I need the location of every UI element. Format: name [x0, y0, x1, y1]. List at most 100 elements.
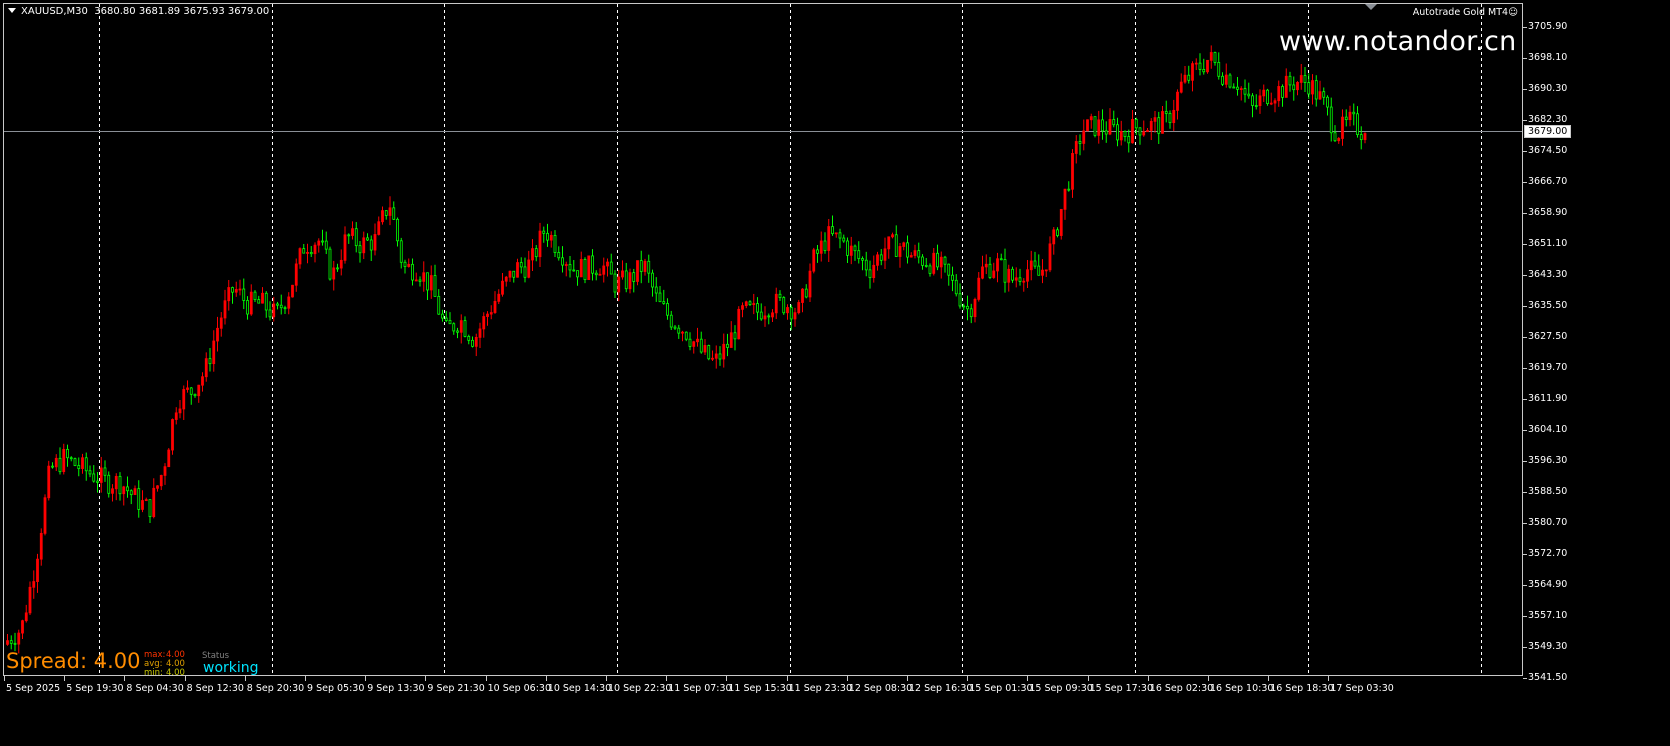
price-tick	[1523, 244, 1527, 245]
expert-advisor-label[interactable]: Autotrade Gold MT4☺	[1413, 7, 1518, 18]
time-tick	[846, 676, 848, 681]
price-tick-label: 3658.90	[1528, 207, 1568, 219]
watermark-text: www.notandor.cn	[1279, 26, 1517, 57]
chart-title: XAUUSD,M30 3680.80 3681.89 3675.93 3679.…	[8, 6, 269, 17]
time-tick-label: 11 Sep 07:30	[668, 683, 732, 694]
dropdown-triangle-icon[interactable]	[8, 8, 16, 13]
price-tick	[1523, 461, 1527, 463]
spread-stats: max:4.00 avg: 4.00 min: 4.00	[144, 651, 185, 678]
price-tick-label: 3635.50	[1528, 299, 1568, 311]
time-tick-label: 5 Sep 2025	[6, 683, 61, 694]
price-tick-label: 3666.70	[1528, 176, 1568, 188]
price-axis[interactable]: 3705.90 3698.10 3690.30 3682.30 3674.50 3666.…	[1523, 0, 1670, 746]
time-tick-label: 12 Sep 16:30	[909, 683, 973, 694]
price-tick	[1523, 337, 1527, 339]
time-tick	[1147, 676, 1149, 681]
price-tick-label: 3541.50	[1528, 672, 1568, 684]
time-tick-label: 15 Sep 01:30	[969, 683, 1033, 694]
time-tick-label: 8 Sep 20:30	[246, 683, 305, 694]
time-tick-label: 10 Sep 06:30	[487, 683, 552, 694]
time-tick-label: 16 Sep 10:30	[1210, 683, 1274, 694]
time-tick-label: 11 Sep 23:30	[788, 683, 853, 694]
smiley-icon: ☺	[1508, 7, 1518, 18]
price-tick-label: 3619.70	[1528, 362, 1568, 374]
price-tick	[1523, 678, 1527, 680]
time-tick	[305, 676, 306, 681]
price-tick	[1523, 213, 1527, 215]
time-tick-label: 12 Sep 08:30	[848, 683, 913, 694]
time-tick-label: 9 Sep 05:30	[307, 683, 365, 694]
time-tick-label: 16 Sep 02:30	[1149, 683, 1214, 694]
time-tick-label: 10 Sep 22:30	[608, 683, 672, 694]
time-tick	[726, 676, 728, 681]
price-tick	[1523, 120, 1527, 122]
time-tick	[606, 676, 607, 681]
price-tick	[1523, 151, 1527, 153]
time-tick-label: 10 Sep 14:30	[547, 683, 612, 694]
price-tick	[1523, 57, 1527, 59]
price-tick	[1523, 647, 1527, 649]
time-tick	[485, 676, 487, 681]
price-tick	[1523, 399, 1527, 401]
time-tick	[365, 676, 367, 681]
status-value: working	[203, 660, 259, 676]
price-tick-label: 3651.10	[1528, 238, 1568, 249]
price-tick-label: 3698.10	[1528, 51, 1568, 63]
time-tick-label: 15 Sep 09:30	[1029, 683, 1093, 694]
price-tick-label: 3682.30	[1528, 114, 1568, 126]
time-tick	[1027, 676, 1029, 681]
time-tick-label: 15 Sep 17:30	[1089, 683, 1154, 694]
time-tick	[786, 676, 788, 681]
price-tick-label: 3588.50	[1528, 485, 1568, 497]
price-tick	[1523, 88, 1527, 90]
price-tick	[1523, 305, 1527, 307]
time-tick-label: 11 Sep 15:30	[728, 683, 792, 694]
expert-name: Autotrade Gold MT4	[1412, 7, 1509, 18]
price-tick	[1523, 554, 1527, 556]
time-tick	[64, 676, 66, 681]
price-tick-label: 3643.30	[1528, 268, 1568, 280]
time-tick	[1087, 676, 1089, 681]
ohlc-values: 3680.80 3681.89 3675.93 3679.00	[94, 6, 270, 17]
price-tick-label: 3611.90	[1528, 393, 1568, 405]
time-tick	[1208, 676, 1209, 681]
price-tick-label: 3596.30	[1528, 455, 1568, 467]
price-tick-label: 3627.50	[1528, 331, 1568, 343]
time-tick-label: 9 Sep 21:30	[427, 683, 485, 694]
price-tick-label: 3572.70	[1528, 548, 1568, 560]
time-tick	[967, 676, 969, 681]
price-tick-label: 3564.90	[1528, 579, 1568, 591]
time-tick-label: 17 Sep 03:30	[1330, 683, 1394, 694]
price-tick-label: 3604.10	[1528, 424, 1568, 436]
price-tick-label: 3674.50	[1528, 145, 1568, 157]
price-tick	[1523, 491, 1527, 493]
time-tick-label: 16 Sep 18:30	[1270, 683, 1334, 694]
time-tick-label: 8 Sep 04:30	[126, 683, 184, 694]
price-tick	[1523, 27, 1527, 28]
current-price-label: 3679.00	[1524, 125, 1572, 138]
price-tick	[1523, 274, 1527, 276]
time-tick-label: 5 Sep 19:30	[66, 683, 124, 694]
min-label: min:	[144, 668, 163, 678]
price-tick	[1523, 616, 1527, 618]
time-tick	[124, 676, 126, 681]
chart-frame	[3, 3, 1523, 676]
time-tick	[666, 676, 668, 681]
time-tick-label: 9 Sep 13:30	[367, 683, 425, 694]
chart-shift-marker-icon[interactable]	[1365, 4, 1377, 10]
price-tick	[1523, 522, 1527, 524]
time-tick	[545, 676, 547, 681]
time-tick	[244, 676, 246, 681]
time-tick	[4, 676, 5, 681]
price-tick-label: 3557.10	[1528, 610, 1568, 622]
time-tick	[1268, 676, 1270, 681]
price-tick-label: 3549.30	[1528, 641, 1568, 653]
price-tick	[1523, 430, 1527, 432]
time-tick-label: 8 Sep 12:30	[186, 683, 244, 694]
price-tick	[1523, 585, 1527, 587]
price-tick-label: 3690.30	[1528, 82, 1568, 94]
time-tick	[1328, 676, 1330, 681]
price-tick-label: 3580.70	[1528, 516, 1568, 528]
symbol-label: XAUUSD,M30	[21, 6, 88, 17]
time-tick	[907, 676, 908, 681]
